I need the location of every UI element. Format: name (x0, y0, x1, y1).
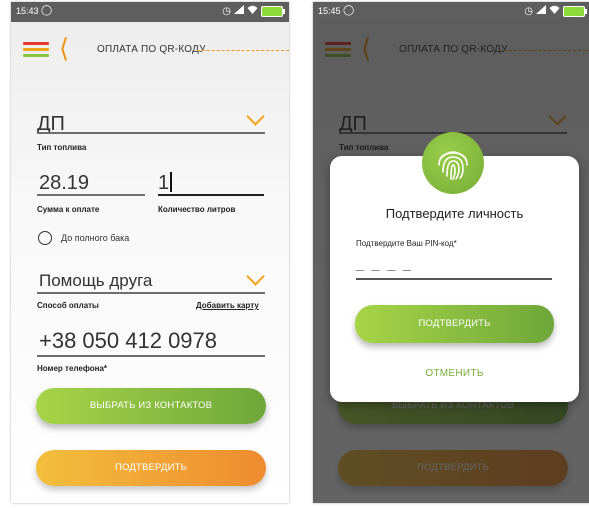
fuel-type-label: Тип топлива (37, 143, 87, 152)
field-underline (37, 132, 265, 134)
dialog-confirm-button[interactable]: ПОДТВЕРДИТЬ (355, 305, 554, 343)
pin-input[interactable]: _ _ _ _ (356, 256, 413, 272)
payment-screen: 15:43 ◯ ◷ ⟨ ОПЛАТА ПО QR-КОДУ ДП Тип топ… (11, 2, 289, 503)
choose-from-contacts-button[interactable]: ВЫБРАТЬ ИЗ КОНТАКТОВ (36, 388, 266, 424)
status-time: 15:43 (16, 6, 39, 16)
status-time: 15:45 (318, 6, 341, 16)
field-underline (37, 292, 265, 294)
status-bar: 15:45 ◯ ◷ (313, 2, 589, 22)
amount-value: 28.19 (39, 172, 90, 194)
field-underline (37, 194, 145, 196)
signal-icon (234, 5, 244, 17)
battery-icon (563, 5, 587, 17)
liters-label: Количество литров (158, 205, 236, 214)
fingerprint-icon (422, 132, 484, 194)
dialog-cancel-button[interactable]: ОТМЕНИТЬ (330, 368, 579, 379)
status-icons: ◷ (222, 5, 285, 17)
payment-method-value: Помощь друга (39, 271, 153, 290)
pin-label: Подтвердите Ваш PIN-код* (356, 239, 457, 248)
back-arrow-icon[interactable]: ⟨ (59, 35, 69, 61)
field-underline (158, 194, 264, 196)
text-cursor (170, 172, 172, 192)
payment-method-label: Способ оплаты (37, 301, 99, 310)
header-divider (197, 50, 289, 51)
dialog-title: Подтвердите личность (385, 206, 524, 221)
amount-label: Сумма к оплате (37, 205, 100, 214)
add-card-link[interactable]: Добавить карту (196, 301, 259, 310)
sync-icon: ◯ (343, 5, 355, 16)
pin-underline (356, 278, 552, 280)
chevron-down-icon (246, 267, 265, 286)
phone-value: +38 050 412 0978 (39, 328, 218, 353)
field-underline (37, 355, 265, 357)
menu-icon[interactable] (23, 42, 49, 58)
alarm-icon: ◷ (524, 5, 533, 17)
chevron-down-icon (246, 107, 265, 126)
wifi-icon (247, 5, 258, 17)
alarm-icon: ◷ (222, 5, 231, 17)
page-title: ОПЛАТА ПО QR-КОДУ (97, 44, 206, 55)
full-tank-radio[interactable] (38, 231, 52, 245)
status-bar: 15:43 ◯ ◷ (11, 2, 289, 22)
wifi-icon (549, 5, 560, 17)
sync-icon: ◯ (41, 5, 53, 16)
pin-confirm-screen: 15:45 ◯ ◷ ⟨ ОПЛАТА ПО QR-КОДУ ДП Тип топ… (313, 2, 589, 503)
signal-icon (536, 5, 546, 17)
liters-value: 1 (158, 172, 170, 194)
phone-label: Номер телефона* (37, 364, 108, 373)
status-icons: ◷ (524, 5, 587, 17)
full-tank-label[interactable]: До полного бака (61, 233, 129, 243)
battery-icon (261, 5, 285, 17)
confirm-button[interactable]: ПОДТВЕРДИТЬ (36, 450, 266, 486)
